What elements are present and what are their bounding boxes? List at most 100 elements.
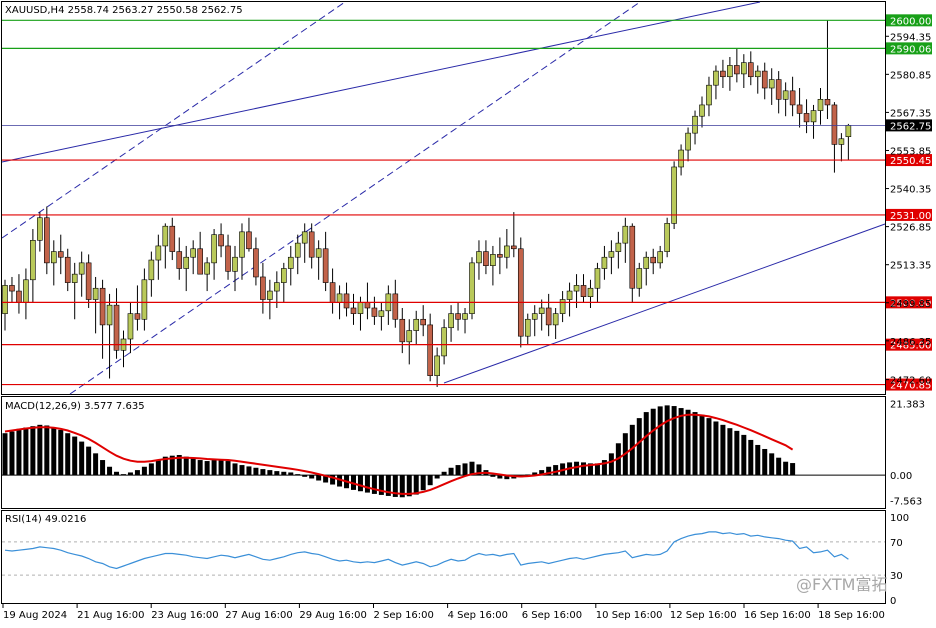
macd-histogram-bar <box>434 475 440 479</box>
candle-body <box>85 262 92 300</box>
candle-body <box>134 313 141 320</box>
rsi-pane <box>1 510 886 604</box>
candle-body <box>44 217 50 264</box>
macd-histogram-bar <box>769 453 775 476</box>
macd-histogram-bar <box>93 453 99 476</box>
candle-body <box>622 225 629 244</box>
candle-body <box>531 313 538 320</box>
macd-histogram-bar <box>448 467 454 476</box>
macd-histogram-bar <box>636 418 642 476</box>
candle-body <box>127 313 134 340</box>
candle-body <box>253 248 259 278</box>
candle-body <box>287 256 294 269</box>
candle-body <box>392 293 399 320</box>
macd-histogram-bar <box>37 424 43 476</box>
candle-body <box>817 98 824 111</box>
candle-body <box>615 242 622 252</box>
candle-body <box>601 256 608 269</box>
candle-body <box>315 248 322 258</box>
candle-body <box>782 90 789 100</box>
candle-body <box>148 259 155 281</box>
candle-body <box>37 217 43 241</box>
macd-histogram-bar <box>776 457 782 476</box>
price-tick-label: 2526.85 <box>890 223 931 234</box>
candle-body <box>566 290 573 300</box>
candle-body <box>768 79 775 89</box>
macd-histogram-bar <box>706 418 712 476</box>
chart: 21.383 0.00 -7.563 100 70 30 0 2600.00 2590.06… <box>0 0 936 624</box>
macd-histogram-bar <box>462 463 468 476</box>
candle-body <box>204 262 210 275</box>
candle-body <box>699 104 705 117</box>
candle-body <box>643 256 650 269</box>
macd-histogram-bar <box>148 463 154 476</box>
macd-histogram-bar <box>267 470 273 476</box>
macd-axis-label: 21.383 <box>890 399 925 410</box>
candle-body <box>524 318 531 337</box>
macd-histogram-bar <box>16 428 22 476</box>
candle-body <box>741 62 747 75</box>
candle-body <box>343 293 350 309</box>
candle-body <box>378 310 385 317</box>
candle-body <box>845 125 852 137</box>
candle-body <box>796 104 803 114</box>
macd-histogram-bar <box>246 466 252 476</box>
candle-body <box>594 268 601 289</box>
candle-body <box>545 307 552 326</box>
time-tick-label: 18 Sep 16:00 <box>818 610 885 621</box>
macd-histogram-bar <box>713 421 719 476</box>
candle-body <box>50 251 57 264</box>
macd-histogram-bar <box>197 460 203 476</box>
macd-axis-label: -7.563 <box>890 497 922 508</box>
candle-body <box>789 90 796 106</box>
candle-body <box>183 256 190 269</box>
macd-histogram-bar <box>204 461 210 476</box>
macd-histogram-bar <box>727 428 733 476</box>
rsi-axis-label: 0 <box>890 596 896 607</box>
macd-histogram-bar <box>762 448 768 476</box>
candle-body <box>308 231 315 258</box>
candle-body <box>162 225 169 247</box>
macd-histogram-bar <box>741 434 747 476</box>
macd-histogram-bar <box>288 472 294 476</box>
candle-body <box>176 251 183 269</box>
macd-histogram-bar <box>678 408 684 476</box>
macd-histogram-bar <box>100 460 106 476</box>
macd-histogram-bar <box>755 444 761 476</box>
macd-histogram-bar <box>309 475 315 479</box>
candle-body <box>824 98 831 106</box>
candle-body <box>357 302 364 314</box>
rsi-line <box>4 531 849 570</box>
macd-histogram-bar <box>232 463 238 476</box>
candle-body <box>831 104 838 145</box>
candle-body <box>838 138 845 145</box>
candle-body <box>78 262 85 275</box>
candle-body <box>232 256 238 272</box>
macd-histogram-bar <box>190 458 196 476</box>
macd-histogram-bar <box>302 475 308 477</box>
candle-body <box>810 110 817 123</box>
candle-body <box>267 290 273 300</box>
macd-histogram-bar <box>357 475 363 492</box>
candle-body <box>246 231 252 250</box>
candle-body <box>761 70 768 89</box>
candle-body <box>448 313 454 329</box>
candle-body <box>399 318 406 343</box>
macd-histogram-bar <box>127 472 133 476</box>
macd-histogram-bar <box>783 461 789 476</box>
macd-histogram-bar <box>790 463 796 476</box>
candle-body <box>364 302 371 309</box>
macd-histogram-bar <box>643 412 649 476</box>
time-tick-label: 6 Sep 16:00 <box>522 610 582 621</box>
candle-body <box>113 304 120 351</box>
macd-histogram-bar <box>141 466 147 476</box>
macd-histogram-bar <box>671 406 677 476</box>
candle-body <box>650 256 657 264</box>
macd-histogram-bar <box>441 471 447 476</box>
candle-body <box>573 285 580 292</box>
macd-histogram-bar <box>23 427 29 476</box>
dashed-channel-line-lower <box>69 1 641 395</box>
candle-body <box>371 307 378 317</box>
candle-body <box>462 313 468 320</box>
candle-body <box>511 245 517 250</box>
